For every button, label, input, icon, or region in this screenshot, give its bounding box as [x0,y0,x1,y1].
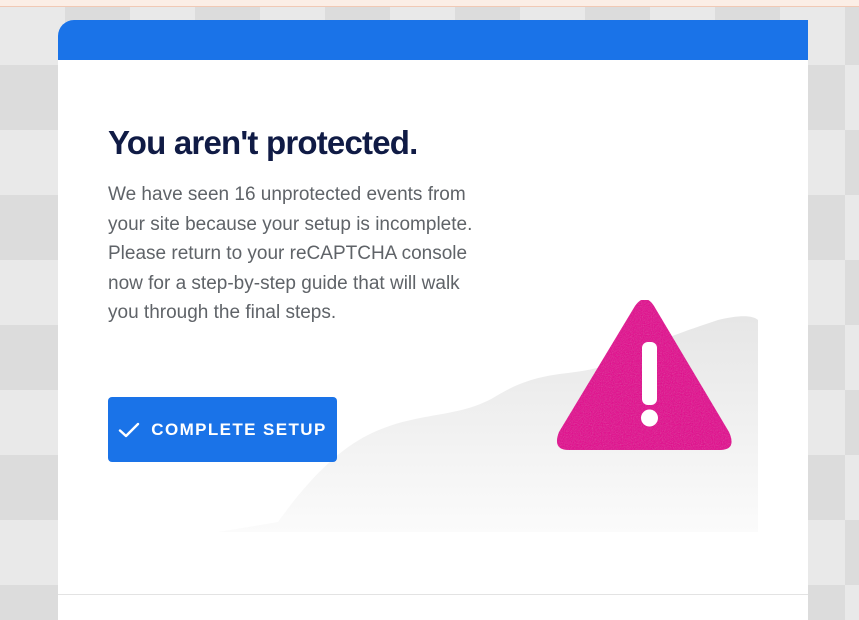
complete-setup-button[interactable]: COMPLETE SETUP [108,397,337,462]
setup-alert-card: You aren't protected. We have seen 16 un… [58,20,808,620]
exclamation-bar [642,342,657,405]
exclamation-dot [641,409,658,427]
card-divider [58,594,808,595]
complete-setup-label: COMPLETE SETUP [151,419,327,439]
check-icon [119,422,140,437]
card-body: You aren't protected. We have seen 16 un… [58,60,808,620]
top-strip [0,0,859,7]
alert-description: We have seen 16 unprotected events from … [108,184,473,323]
alert-title: You aren't protected. [108,124,418,161]
card-header-bar [58,20,808,60]
